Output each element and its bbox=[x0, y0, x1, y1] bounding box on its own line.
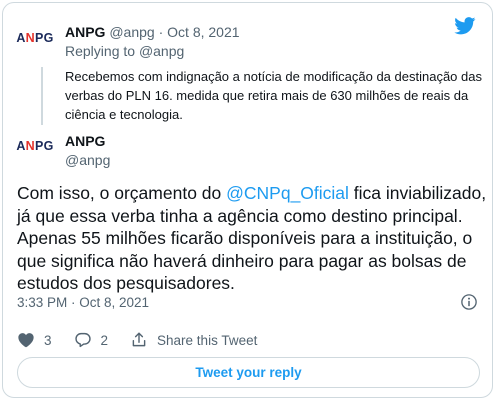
date-separator: · bbox=[154, 24, 168, 40]
tweet-your-reply-button[interactable]: Tweet your reply bbox=[17, 357, 480, 388]
reply-count: 2 bbox=[100, 332, 109, 348]
author-handle[interactable]: @anpg bbox=[109, 24, 154, 40]
share-button[interactable]: Share this Tweet bbox=[130, 331, 257, 349]
action-bar: 3 2 Share this Tweet bbox=[17, 331, 279, 349]
embedded-tweet-card: ANPG ANPG @anpg · Oct 8, 2021 Replying t… bbox=[2, 2, 493, 398]
like-button[interactable]: 3 bbox=[17, 331, 52, 349]
anpg-logo: ANPG bbox=[16, 31, 54, 45]
reply-button[interactable]: 2 bbox=[74, 331, 109, 349]
like-count: 3 bbox=[44, 332, 52, 348]
avatar[interactable]: ANPG bbox=[15, 18, 55, 58]
quoted-tweet-header: ANPG @anpg · Oct 8, 2021 bbox=[65, 23, 240, 41]
info-icon[interactable] bbox=[460, 293, 478, 311]
avatar[interactable]: ANPG bbox=[15, 126, 55, 166]
reply-bubble-icon bbox=[74, 332, 91, 348]
tweet-text: Com isso, o orçamento do @CNPq_Oficial f… bbox=[17, 182, 489, 295]
thread-line bbox=[41, 67, 43, 125]
mention-link[interactable]: @CNPq_Oficial bbox=[226, 183, 349, 203]
tweet-text-start: Com isso, o orçamento do bbox=[17, 183, 227, 203]
tweet-timestamp[interactable]: 3:33 PM · Oct 8, 2021 bbox=[17, 295, 149, 310]
share-label: Share this Tweet bbox=[157, 332, 258, 348]
quoted-tweet-text: Recebemos com indignação a notícia de mo… bbox=[65, 69, 482, 122]
replying-to: Replying to @anpg bbox=[65, 43, 184, 59]
author-name[interactable]: ANPG bbox=[65, 133, 105, 149]
replying-to-prefix: Replying to bbox=[65, 43, 139, 59]
share-icon bbox=[132, 332, 146, 347]
author-name[interactable]: ANPG bbox=[65, 24, 105, 40]
anpg-logo: ANPG bbox=[16, 139, 54, 153]
twitter-bird-icon[interactable] bbox=[454, 17, 476, 35]
tweet-date[interactable]: Oct 8, 2021 bbox=[167, 24, 239, 40]
replying-to-handle[interactable]: @anpg bbox=[139, 43, 184, 59]
heart-icon bbox=[18, 333, 34, 348]
author-handle[interactable]: @anpg bbox=[65, 152, 110, 168]
